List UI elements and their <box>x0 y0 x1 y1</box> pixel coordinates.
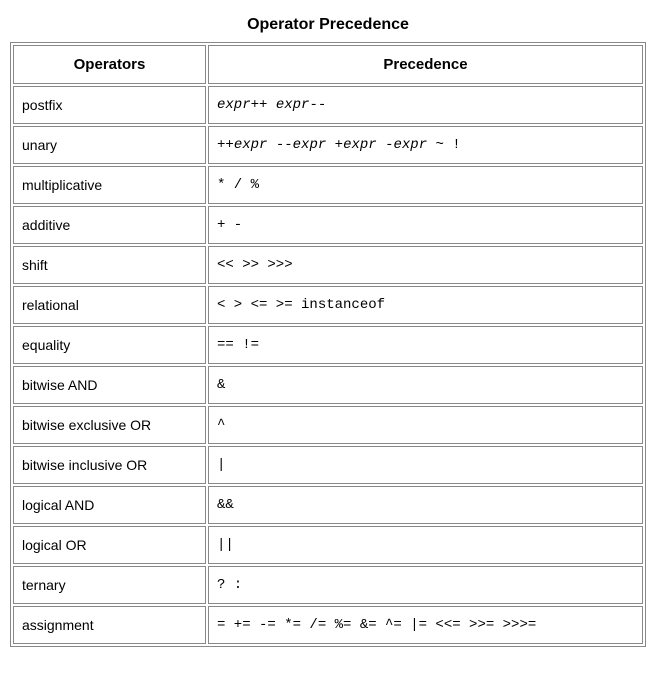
header-precedence: Precedence <box>208 45 643 84</box>
table-row: unary++expr --expr +expr -expr ~ ! <box>13 126 643 164</box>
operator-precedence-cell: = += -= *= /= %= &= ^= |= <<= >>= >>>= <box>208 606 643 644</box>
table-row: bitwise inclusive OR| <box>13 446 643 484</box>
operator-precedence-cell: == != <box>208 326 643 364</box>
table-row: relational< > <= >= instanceof <box>13 286 643 324</box>
operator-precedence-cell: | <box>208 446 643 484</box>
operator-name-cell: bitwise inclusive OR <box>13 446 206 484</box>
table-row: equality== != <box>13 326 643 364</box>
table-row: shift<< >> >>> <box>13 246 643 284</box>
operator-name-cell: bitwise AND <box>13 366 206 404</box>
operator-precedence-table: Operator Precedence Operators Precedence… <box>10 10 646 647</box>
operator-name-cell: additive <box>13 206 206 244</box>
operator-precedence-cell: ^ <box>208 406 643 444</box>
operator-precedence-cell: ? : <box>208 566 643 604</box>
operator-precedence-cell: ++expr --expr +expr -expr ~ ! <box>208 126 643 164</box>
table-row: assignment= += -= *= /= %= &= ^= |= <<= … <box>13 606 643 644</box>
operator-name-cell: logical AND <box>13 486 206 524</box>
table-row: bitwise exclusive OR^ <box>13 406 643 444</box>
operator-precedence-cell: + - <box>208 206 643 244</box>
operator-name-cell: unary <box>13 126 206 164</box>
operator-precedence-cell: expr++ expr-- <box>208 86 643 124</box>
header-operators: Operators <box>13 45 206 84</box>
table-row: multiplicative* / % <box>13 166 643 204</box>
table-body: postfixexpr++ expr--unary++expr --expr +… <box>13 86 643 644</box>
operator-precedence-cell: || <box>208 526 643 564</box>
operator-name-cell: logical OR <box>13 526 206 564</box>
table-row: logical AND&& <box>13 486 643 524</box>
operator-name-cell: postfix <box>13 86 206 124</box>
operator-name-cell: assignment <box>13 606 206 644</box>
table-caption: Operator Precedence <box>10 10 646 42</box>
operator-precedence-cell: & <box>208 366 643 404</box>
table-row: additive+ - <box>13 206 643 244</box>
table-row: logical OR|| <box>13 526 643 564</box>
operator-name-cell: relational <box>13 286 206 324</box>
table-row: ternary? : <box>13 566 643 604</box>
table-header-row: Operators Precedence <box>13 45 643 84</box>
table-row: postfixexpr++ expr-- <box>13 86 643 124</box>
operator-name-cell: multiplicative <box>13 166 206 204</box>
operator-precedence-cell: * / % <box>208 166 643 204</box>
operator-name-cell: bitwise exclusive OR <box>13 406 206 444</box>
operator-precedence-cell: < > <= >= instanceof <box>208 286 643 324</box>
table-row: bitwise AND& <box>13 366 643 404</box>
operator-name-cell: ternary <box>13 566 206 604</box>
operator-precedence-cell: << >> >>> <box>208 246 643 284</box>
operator-name-cell: shift <box>13 246 206 284</box>
operator-name-cell: equality <box>13 326 206 364</box>
operator-precedence-cell: && <box>208 486 643 524</box>
